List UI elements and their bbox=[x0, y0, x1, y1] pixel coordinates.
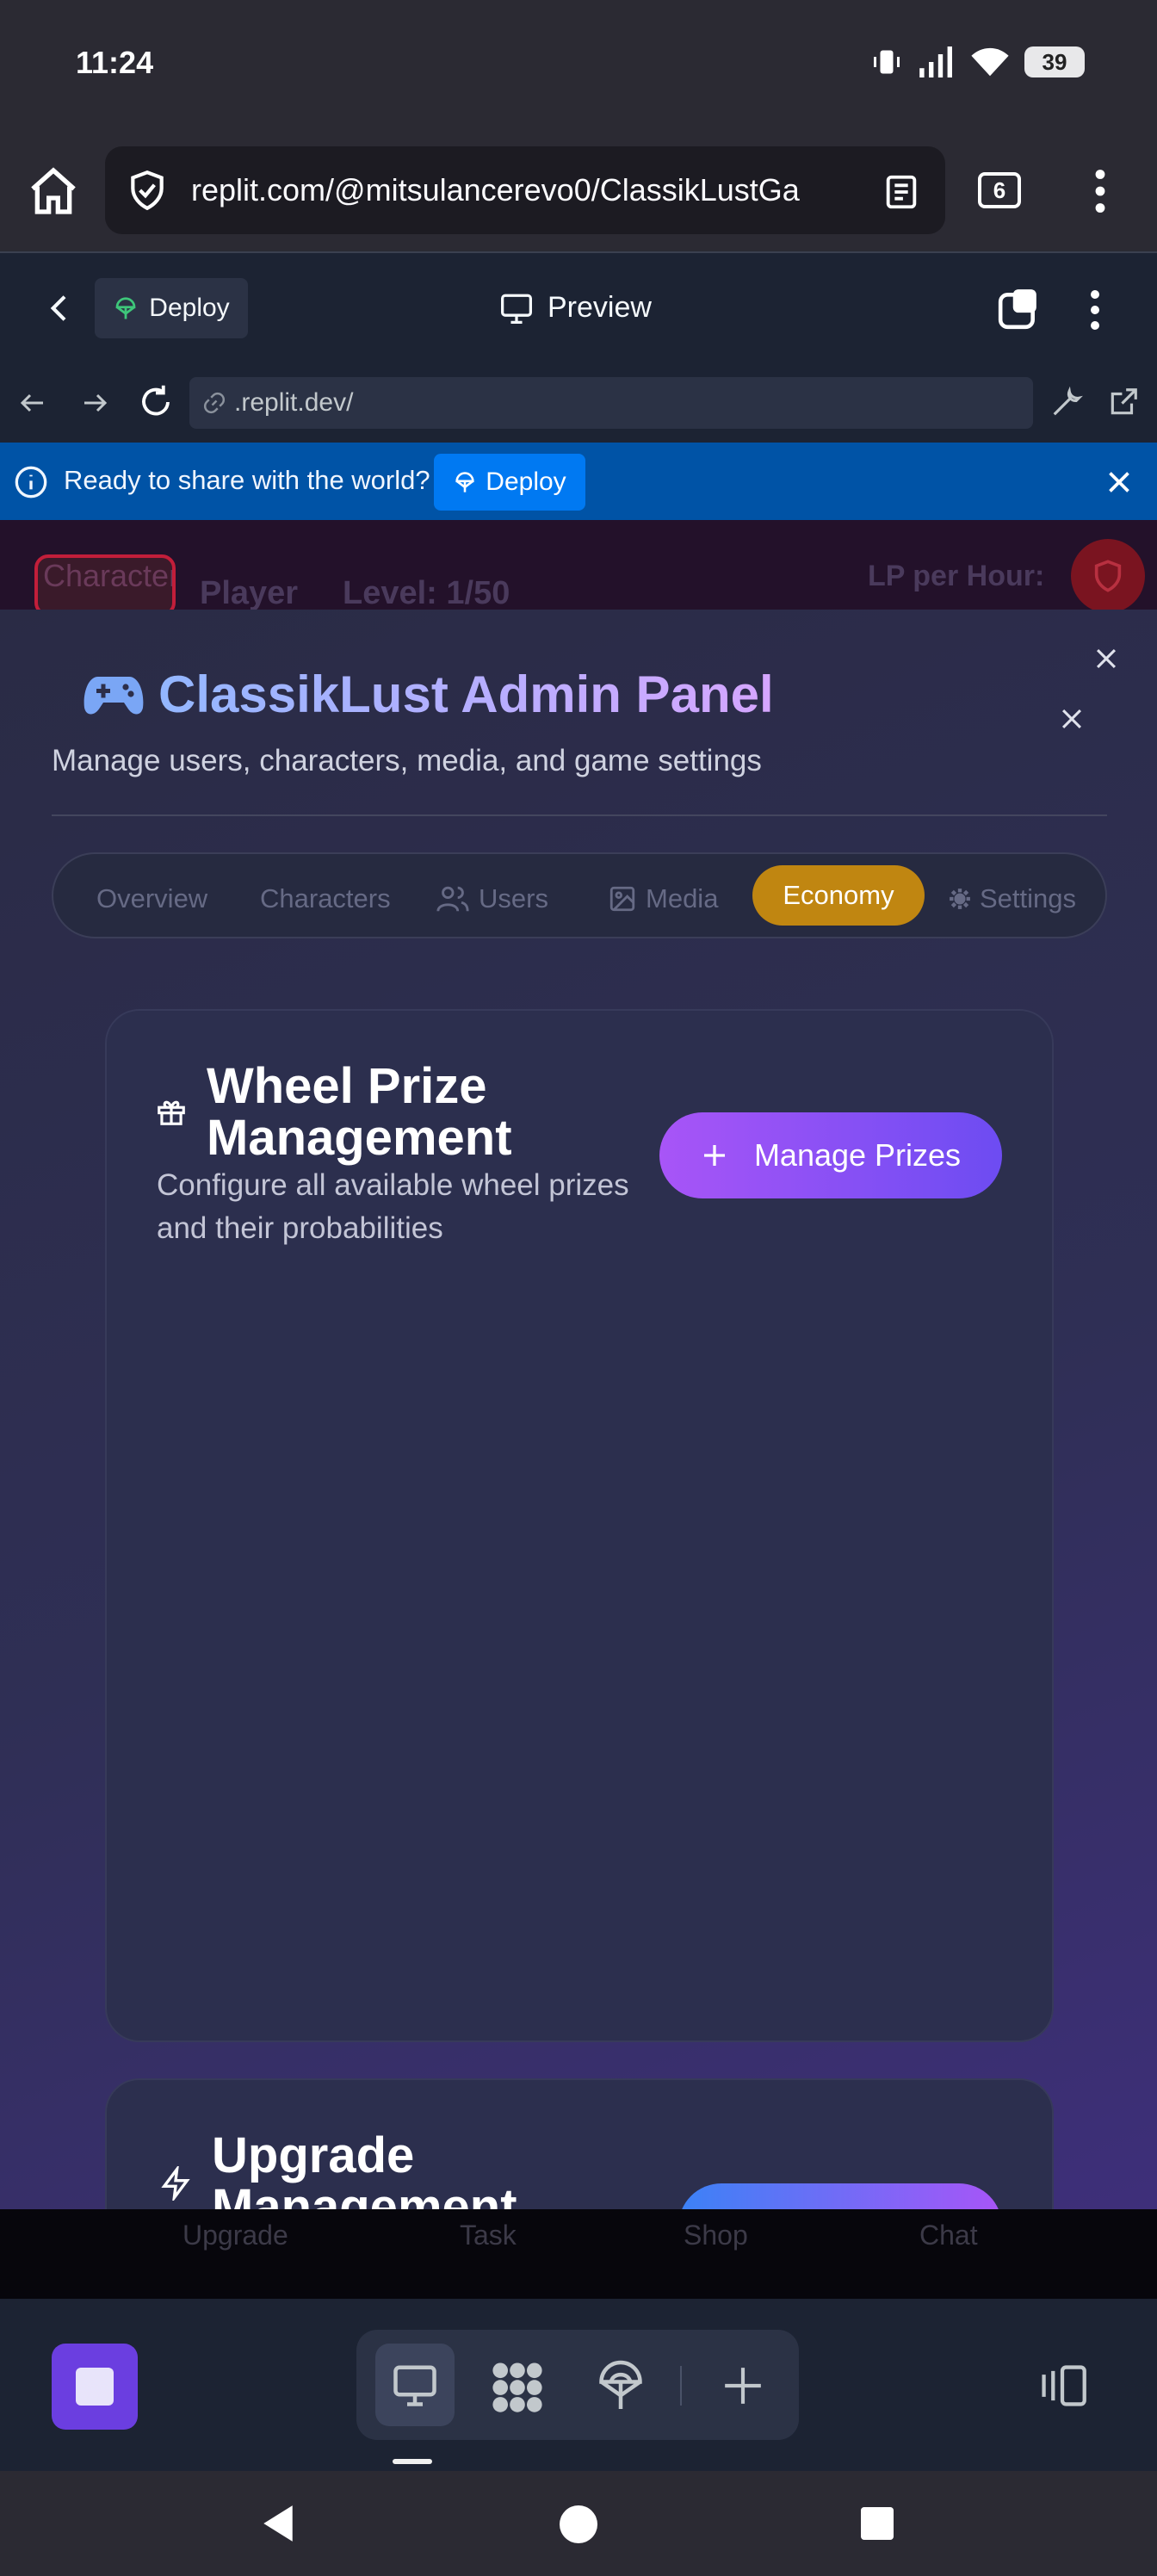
panel-layout-icon[interactable] bbox=[1036, 2362, 1088, 2413]
lp-per-hour-label: LP per Hour: bbox=[868, 560, 1045, 592]
browser-menu-icon[interactable] bbox=[1090, 169, 1111, 218]
monitor-icon bbox=[393, 2365, 436, 2406]
reload-icon[interactable] bbox=[138, 384, 174, 424]
preview-tool-button[interactable] bbox=[375, 2344, 455, 2426]
nav-task[interactable]: Task bbox=[460, 2220, 517, 2251]
plus-icon bbox=[703, 1145, 725, 1166]
tab-label: Media bbox=[646, 883, 719, 913]
gamepad-icon bbox=[83, 672, 145, 724]
tab-label: Economy bbox=[783, 880, 894, 910]
monitor-icon bbox=[501, 294, 532, 324]
system-home-icon[interactable] bbox=[560, 2505, 597, 2548]
more-options-icon[interactable] bbox=[1086, 289, 1104, 335]
nav-chat[interactable]: Chat bbox=[919, 2220, 978, 2251]
image-icon bbox=[609, 886, 635, 912]
agent-icon[interactable] bbox=[489, 2361, 546, 2417]
wheel-card-description: Configure all available wheel prizes and… bbox=[157, 1168, 629, 1245]
admin-panel-subtitle: Manage users, characters, media, and gam… bbox=[52, 744, 762, 777]
reader-mode-icon[interactable] bbox=[882, 172, 921, 212]
game-bottom-nav bbox=[0, 2209, 1157, 2299]
chevron-left-icon[interactable] bbox=[43, 289, 77, 331]
status-time: 11:24 bbox=[76, 45, 154, 80]
url-text: replit.com/@mitsulancerevo0/ClassikLustG… bbox=[191, 172, 800, 207]
nav-upgrade[interactable]: Upgrade bbox=[183, 2220, 288, 2251]
close-icon[interactable] bbox=[1104, 467, 1135, 502]
close-icon[interactable] bbox=[1057, 704, 1086, 738]
gift-icon bbox=[155, 1095, 188, 1132]
deploy-icon[interactable] bbox=[597, 2359, 644, 2417]
tab-label: Settings bbox=[980, 883, 1077, 913]
divider bbox=[52, 814, 1107, 816]
stop-icon bbox=[76, 2368, 114, 2406]
tab-label: Characters bbox=[260, 883, 391, 913]
tab-economy[interactable]: Economy bbox=[752, 865, 925, 926]
deploy-button[interactable]: Deploy bbox=[95, 278, 248, 338]
banner-deploy-button[interactable]: Deploy bbox=[434, 454, 585, 511]
status-icons: 39 bbox=[871, 46, 1085, 77]
tab-overview[interactable]: Overview bbox=[96, 883, 207, 914]
preview-title: Preview bbox=[499, 291, 652, 325]
vibrate-icon bbox=[874, 50, 900, 74]
system-recents-icon[interactable] bbox=[861, 2507, 894, 2544]
plus-icon[interactable] bbox=[721, 2364, 764, 2412]
tab-settings[interactable]: Settings bbox=[949, 883, 1076, 914]
manage-prizes-button[interactable]: Manage Prizes bbox=[659, 1112, 1002, 1198]
wifi-icon bbox=[971, 47, 1009, 77]
window-stack-icon[interactable] bbox=[997, 288, 1040, 335]
tab-characters[interactable]: Characters bbox=[260, 883, 391, 914]
shield-icon[interactable] bbox=[1071, 539, 1145, 613]
preview-url-text: .replit.dev/ bbox=[234, 388, 354, 417]
arrow-left-icon[interactable] bbox=[17, 387, 48, 423]
info-icon bbox=[14, 465, 48, 504]
stop-button[interactable] bbox=[52, 2344, 138, 2430]
manage-prizes-label: Manage Prizes bbox=[753, 1137, 962, 1173]
shield-check-icon bbox=[131, 170, 164, 211]
deploy-icon bbox=[115, 297, 136, 319]
arrow-right-icon[interactable] bbox=[79, 387, 110, 423]
characters-button[interactable]: Characters bbox=[34, 554, 176, 616]
upgrade-card-title: Upgrade Management bbox=[212, 2130, 517, 2211]
preview-label: Preview bbox=[548, 291, 652, 324]
deploy-label: Deploy bbox=[149, 294, 230, 322]
nav-shop[interactable]: Shop bbox=[684, 2220, 748, 2251]
toolbar-divider bbox=[680, 2366, 682, 2406]
admin-panel-title: ClassikLust Admin Panel bbox=[158, 666, 774, 723]
system-back-icon[interactable] bbox=[260, 2504, 296, 2548]
signal-icon bbox=[919, 46, 952, 77]
banner-text: Ready to share with the world? bbox=[64, 465, 430, 495]
users-icon bbox=[436, 886, 469, 912]
lightning-icon bbox=[158, 2164, 193, 2205]
close-icon[interactable] bbox=[1092, 644, 1121, 678]
tab-label: Overview bbox=[96, 883, 208, 913]
player-level: Level: 1/50 bbox=[343, 575, 510, 611]
active-tool-indicator bbox=[393, 2459, 432, 2464]
tab-count-button[interactable]: 6 bbox=[978, 172, 1021, 208]
link-icon bbox=[203, 392, 226, 414]
deploy-icon bbox=[455, 472, 474, 492]
home-icon[interactable] bbox=[26, 164, 81, 219]
tab-label: Users bbox=[479, 883, 548, 913]
tab-media[interactable]: Media bbox=[608, 883, 718, 914]
banner-deploy-label: Deploy bbox=[486, 468, 566, 496]
address-bar[interactable]: replit.com/@mitsulancerevo0/ClassikLustG… bbox=[105, 146, 945, 234]
wrench-icon[interactable] bbox=[1050, 386, 1083, 423]
battery-level: 39 bbox=[1024, 46, 1085, 77]
gear-icon bbox=[950, 889, 970, 909]
tab-users[interactable]: Users bbox=[436, 883, 548, 914]
wheel-card-title: Wheel Prize Management bbox=[207, 1058, 512, 1166]
preview-url-field[interactable]: .replit.dev/ bbox=[189, 377, 1033, 429]
external-link-icon[interactable] bbox=[1107, 386, 1140, 423]
player-name: Player bbox=[200, 575, 299, 611]
